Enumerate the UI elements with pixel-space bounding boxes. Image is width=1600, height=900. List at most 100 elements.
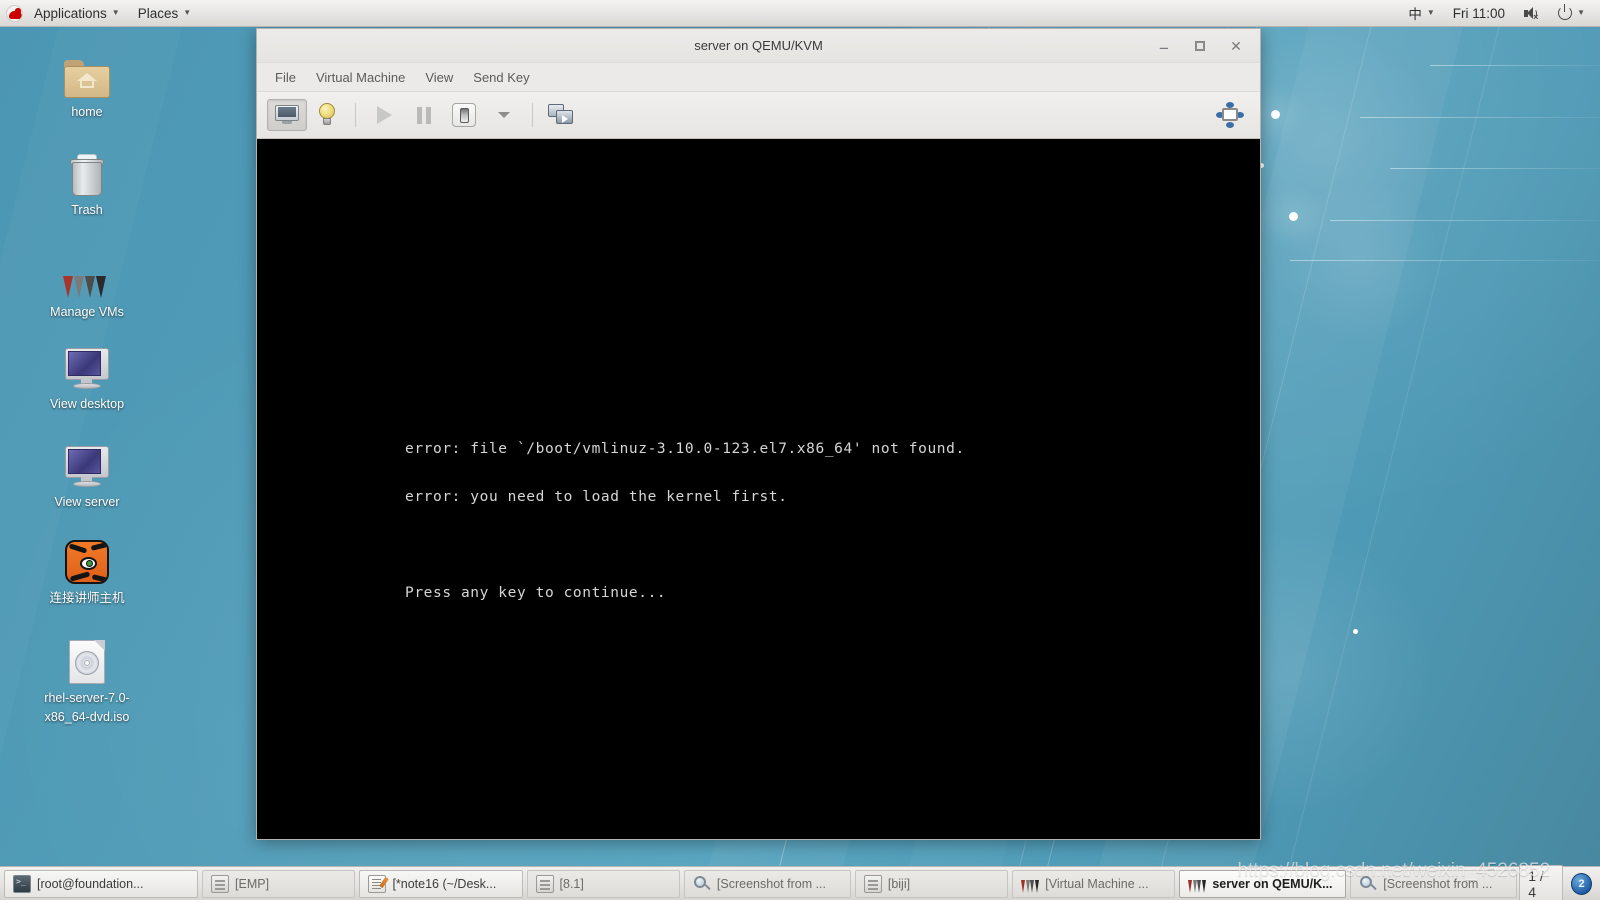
volume-indicator[interactable]: × (1514, 0, 1549, 26)
desktop-icon-label: 连接讲师主机 (49, 591, 125, 605)
taskbar-item-virtual-machine[interactable]: [Virtual Machine ... (1012, 869, 1176, 898)
desktop-icon-view-server[interactable]: View server (31, 438, 143, 512)
terminal-icon (13, 874, 31, 893)
desktop-icon-trash[interactable]: Trash (31, 146, 143, 220)
shutdown-button[interactable] (444, 99, 484, 131)
archive-icon (535, 874, 554, 893)
taskbar-item-note16[interactable]: [*note16 (~/Desk... (359, 869, 523, 898)
taskbar-item-label: [Screenshot from ... (716, 876, 826, 891)
taskbar-item-label: server on QEMU/K... (1212, 876, 1333, 891)
menu-view-label: View (425, 69, 454, 85)
screenshot-icon (693, 875, 711, 893)
screenshot-icon (1359, 875, 1378, 893)
minimize-icon: − (1159, 39, 1169, 58)
maximize-button[interactable] (1192, 38, 1208, 54)
window-title: server on QEMU/KVM (694, 38, 823, 53)
desktop-icon-label: home (71, 105, 103, 119)
top-panel: Applications ▼ Places ▼ 中 ▼ Fri 11:00 × (0, 0, 1600, 27)
workspace-label: 1 / 4 (1528, 867, 1544, 900)
taskbar-item-label: [root@foundation... (37, 876, 144, 891)
power-icon (1558, 4, 1573, 20)
archive-icon (211, 874, 230, 893)
taskbar-item-screenshot-2[interactable]: [Screenshot from ... (1350, 869, 1518, 898)
screens-icon (548, 104, 574, 126)
details-view-button[interactable] (307, 99, 347, 131)
desktop-icon-rhel-iso[interactable]: rhel-server-7.0-x86_64-dvd.iso (31, 634, 143, 727)
menubar: File Virtual Machine View Send Key (257, 63, 1260, 91)
chevron-down-icon: ▼ (111, 8, 120, 17)
maximize-icon (1195, 40, 1205, 51)
taskbar-item-terminal[interactable]: [root@foundation... (4, 869, 199, 898)
taskbar-item-server-qemu[interactable]: server on QEMU/K... (1179, 869, 1347, 898)
taskbar-item-screenshot-1[interactable]: [Screenshot from ... (683, 869, 851, 898)
monitor-icon (63, 340, 111, 390)
desktop-icon-label: View desktop (49, 397, 125, 411)
console-line: Press any key to continue... (405, 585, 667, 601)
desktop-icon-label: Trash (71, 203, 103, 217)
taskbar: [root@foundation... [EMP] [*note16 (~/De… (0, 864, 1600, 900)
menu-virtual-machine[interactable]: Virtual Machine (306, 66, 415, 89)
desktop-screen: Applications ▼ Places ▼ 中 ▼ Fri 11:00 × (0, 0, 1600, 900)
input-method-label: 中 (1408, 7, 1422, 22)
tray-badge-label: 2 (1578, 877, 1585, 890)
iso-disc-icon (69, 634, 105, 684)
pause-button[interactable] (404, 99, 444, 131)
close-button[interactable]: ✕ (1228, 38, 1244, 54)
taskbar-item-biji[interactable]: [biji] (854, 869, 1009, 898)
desktop-icon-connect-instructor[interactable]: 连接讲师主机 (31, 534, 143, 608)
vmware-logo-icon (1188, 875, 1206, 893)
vmware-logo-icon (1021, 875, 1039, 893)
clock-label: Fri 11:00 (1452, 5, 1506, 21)
system-menu[interactable]: ▼ (1549, 0, 1594, 26)
chevron-down-icon: ▼ (183, 8, 192, 17)
desktop-icon-label: View server (54, 495, 120, 509)
chevron-down-icon: ▼ (1577, 8, 1585, 17)
chevron-down-icon (498, 112, 510, 118)
taskbar-item-label: [EMP] (235, 876, 270, 891)
vm-console-screen[interactable]: error: file `/boot/vmlinuz-3.10.0-123.el… (257, 139, 1260, 839)
fullscreen-button[interactable] (1210, 99, 1250, 131)
desktop-icon-manage-vms[interactable]: Manage VMs (31, 248, 143, 322)
window-titlebar[interactable]: server on QEMU/KVM − ✕ (257, 29, 1260, 63)
places-menu[interactable]: Places ▼ (129, 0, 200, 26)
volume-muted-icon: × (1523, 6, 1540, 21)
vmware-logo-icon (63, 248, 111, 298)
virt-viewer-window: server on QEMU/KVM − ✕ File Virtual Mach… (256, 28, 1261, 840)
console-view-button[interactable] (267, 99, 307, 131)
taskbar-item-label: [Screenshot from ... (1383, 876, 1493, 891)
minimize-button[interactable]: − (1156, 39, 1172, 58)
snapshots-button[interactable] (541, 99, 581, 131)
redhat-logo-icon (6, 4, 23, 22)
menu-send-key[interactable]: Send Key (463, 66, 539, 89)
taskbar-item-emp[interactable]: [EMP] (202, 869, 356, 898)
desktop-icon-home[interactable]: home (31, 48, 143, 122)
text-editor-icon (368, 874, 387, 893)
desktop-icon-label: Manage VMs (50, 305, 124, 319)
tray-badge-icon[interactable]: 2 (1571, 872, 1592, 895)
shutdown-options-button[interactable] (484, 99, 524, 131)
input-method-indicator[interactable]: 中 ▼ (1399, 0, 1443, 26)
toolbar-separator (532, 103, 533, 127)
menu-view[interactable]: View (415, 66, 463, 89)
workspace-switcher[interactable]: 1 / 4 (1519, 864, 1564, 900)
chevron-down-icon: ▼ (1426, 8, 1435, 17)
desktop-icon-label: rhel-server-7.0-x86_64-dvd.iso (44, 691, 130, 724)
toolbar-separator (355, 103, 356, 127)
folder-home-icon (64, 48, 110, 98)
resize-to-vm-icon (1216, 102, 1244, 128)
clock[interactable]: Fri 11:00 (1444, 0, 1514, 26)
menu-file[interactable]: File (265, 66, 306, 89)
archive-icon (863, 874, 882, 893)
close-icon: ✕ (1230, 37, 1242, 54)
desktop-icon-view-desktop[interactable]: View desktop (31, 340, 143, 414)
run-button[interactable] (364, 99, 404, 131)
applications-menu-label: Applications (34, 5, 107, 21)
monitor-icon (63, 438, 111, 488)
tigervnc-icon (65, 534, 109, 584)
applications-menu[interactable]: Applications ▼ (25, 0, 129, 26)
taskbar-item-label: [Virtual Machine ... (1045, 876, 1149, 891)
taskbar-item-label: [biji] (887, 876, 911, 891)
monitor-icon (275, 105, 299, 125)
taskbar-item-81[interactable]: [8.1] (526, 869, 680, 898)
